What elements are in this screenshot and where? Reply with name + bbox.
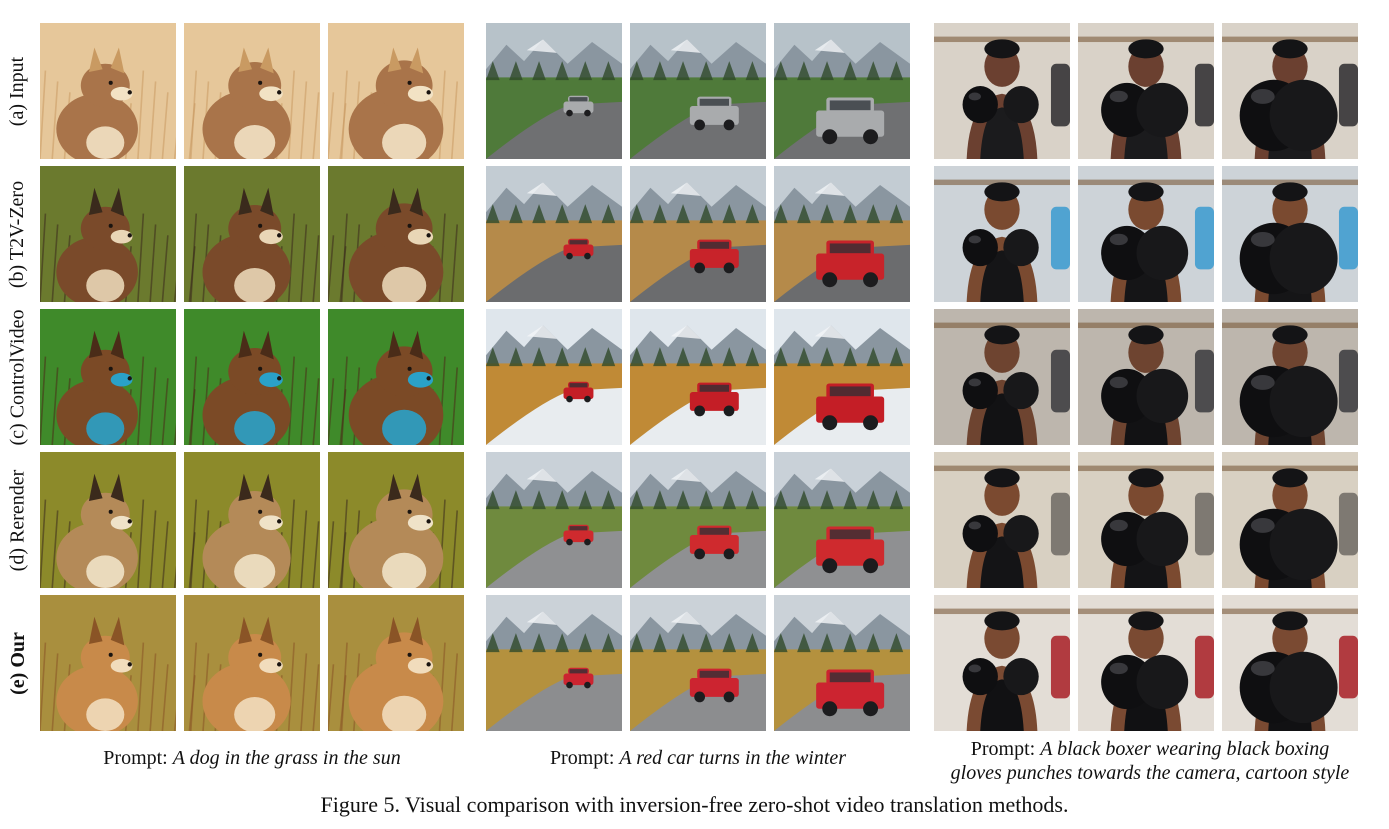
boxer-frame-image — [1078, 595, 1214, 731]
boxer-frame-image — [1222, 166, 1358, 302]
dog-frame-image — [328, 595, 464, 731]
row-label: (d) Rerender — [6, 469, 29, 571]
boxer-frame-image — [1222, 309, 1358, 445]
car-frame-image — [630, 452, 766, 588]
boxer-frame-image — [1078, 166, 1214, 302]
row-label: (c) ControlVideo — [6, 309, 29, 445]
prompt-text: Prompt: A dog in the grass in the sun — [40, 746, 464, 770]
car-frame-image — [486, 23, 622, 159]
prompt-prefix: Prompt: — [549, 747, 620, 769]
dog-frame-image — [40, 595, 176, 731]
dog-frame-image — [184, 595, 320, 731]
prompt-text: Prompt: A black boxer wearing black boxi… — [920, 737, 1380, 785]
car-frame-image — [774, 309, 910, 445]
row-label: (e) Our — [6, 631, 29, 695]
prompt-line: gloves punches towards the camera, carto… — [950, 762, 1350, 784]
boxer-frame-image — [934, 452, 1070, 588]
cat-frame-image — [328, 23, 464, 159]
car-frame-image — [774, 452, 910, 588]
boxer-frame-image — [1222, 23, 1358, 159]
cat-frame-image — [40, 23, 176, 159]
car-frame-image — [774, 166, 910, 302]
boxer-frame-image — [1222, 595, 1358, 731]
car-frame-image — [630, 166, 766, 302]
figure: (a) Input (b) T2V-Zero (c) ControlVideo (d)… — [0, 0, 1389, 829]
boxer-frame-image — [1078, 23, 1214, 159]
car-frame-image — [774, 23, 910, 159]
car-frame-image — [486, 166, 622, 302]
car-frame-image — [630, 309, 766, 445]
car-frame-image — [486, 309, 622, 445]
car-frame-image — [630, 595, 766, 731]
cat-frame-image — [184, 23, 320, 159]
boxer-frame-image — [1078, 309, 1214, 445]
boxer-frame-image — [934, 595, 1070, 731]
boxer-frame-image — [1222, 452, 1358, 588]
prompt-line: A red car turns in the winter — [619, 747, 847, 769]
dog-frame-image — [40, 452, 176, 588]
boxer-frame-image — [1078, 452, 1214, 588]
car-frame-image — [630, 23, 766, 159]
boxer-frame-image — [934, 309, 1070, 445]
car-frame-image — [486, 595, 622, 731]
dog-frame-image — [40, 309, 176, 445]
prompt-line: A black boxer wearing black boxing — [1040, 738, 1330, 760]
row-label: (a) Input — [6, 56, 29, 126]
dog-frame-image — [328, 166, 464, 302]
prompt-line: A dog in the grass in the sun — [172, 747, 401, 769]
boxer-frame-image — [934, 166, 1070, 302]
dog-frame-image — [328, 309, 464, 445]
dog-frame-image — [184, 309, 320, 445]
dog-frame-image — [184, 166, 320, 302]
prompt-prefix: Prompt: — [103, 747, 173, 769]
prompt-text: Prompt: A red car turns in the winter — [486, 746, 910, 770]
dog-frame-image — [184, 452, 320, 588]
car-frame-image — [774, 595, 910, 731]
prompt-prefix: Prompt: — [970, 738, 1041, 760]
figure-caption: Figure 5. Visual comparison with inversi… — [320, 792, 1069, 817]
row-label: (b) T2V-Zero — [6, 180, 29, 288]
dog-frame-image — [328, 452, 464, 588]
boxer-frame-image — [934, 23, 1070, 159]
dog-frame-image — [40, 166, 176, 302]
car-frame-image — [486, 452, 622, 588]
